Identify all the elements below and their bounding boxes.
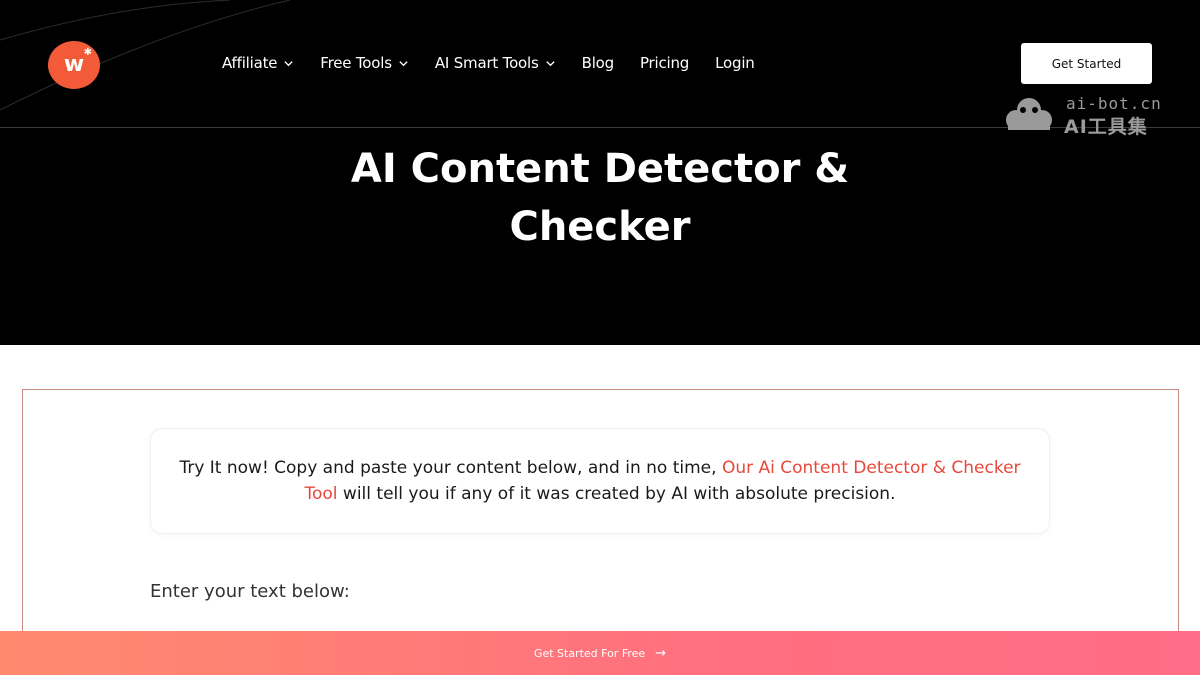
cloud-logo-icon xyxy=(1006,98,1052,130)
page-title: AI Content Detector & Checker xyxy=(300,140,900,256)
nav-item-label: AI Smart Tools xyxy=(434,54,539,72)
nav-item-label: Free Tools xyxy=(320,54,392,72)
intro-text: Try It now! Copy and paste your content … xyxy=(168,455,1032,507)
nav-item-pricing[interactable]: Pricing xyxy=(640,54,689,72)
logo-star-icon: ✱ xyxy=(83,47,92,58)
watermark: ai-bot.cn AI工具集 xyxy=(1002,94,1172,138)
page-title-line-1: AI Content Detector & xyxy=(350,146,850,192)
text-input-label: Enter your text below: xyxy=(150,581,350,602)
page-title-line-2: Checker xyxy=(509,204,691,250)
nav-item-ai-smart-tools[interactable]: AI Smart Tools xyxy=(435,54,556,72)
watermark-name: AI工具集 xyxy=(1064,116,1148,138)
nav-item-affiliate[interactable]: Affiliate xyxy=(222,54,294,72)
get-started-free-bar[interactable]: Get Started For Free → xyxy=(0,631,1200,675)
brand-logo[interactable]: w ✱ xyxy=(48,41,100,89)
nav-item-login[interactable]: Login xyxy=(715,54,755,72)
nav-item-free-tools[interactable]: Free Tools xyxy=(320,54,409,72)
nav-item-blog[interactable]: Blog xyxy=(581,54,615,72)
chevron-down-icon xyxy=(545,60,555,66)
chevron-down-icon xyxy=(399,60,408,66)
watermark-url: ai-bot.cn xyxy=(1066,94,1162,113)
nav-item-label: Pricing xyxy=(639,54,690,72)
logo-letter: w xyxy=(63,51,85,77)
intro-text-after: will tell you if any of it was created b… xyxy=(337,484,896,504)
arrow-right-icon: → xyxy=(655,645,667,661)
chevron-down-icon xyxy=(284,60,293,66)
nav-item-label: Login xyxy=(715,54,755,72)
intro-text-before: Try It now! Copy and paste your content … xyxy=(179,458,722,478)
cta-label: Get Started For Free xyxy=(533,646,646,660)
main-nav: Affiliate Free Tools AI Smart Tools Blog… xyxy=(222,52,755,74)
nav-item-label: Affiliate xyxy=(222,54,278,72)
get-started-button[interactable]: Get Started xyxy=(1021,43,1152,84)
nav-item-label: Blog xyxy=(581,54,615,72)
